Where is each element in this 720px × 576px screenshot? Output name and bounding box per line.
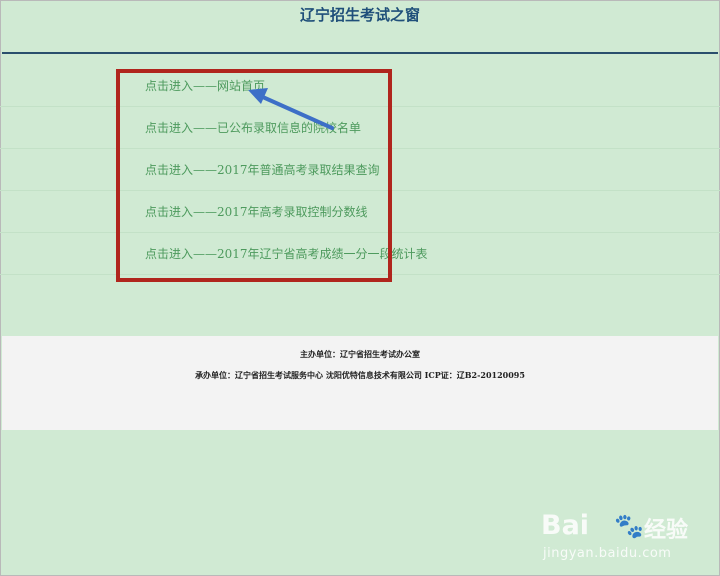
footer-operator-text: 承办单位：辽宁省招生考试服务中心 沈阳优特信息技术有限公司 ICP证：辽B2-2…	[195, 370, 525, 380]
list-item: 点击进入——2017年高考录取控制分数线	[0, 191, 720, 233]
page-title: 辽宁招生考试之窗	[299, 6, 420, 24]
baidu-jingyan-watermark: Bai 🐾 经验 jingyan.baidu.com	[541, 510, 706, 566]
list-item: 点击进入——2017年辽宁省高考成绩一分一段统计表	[0, 233, 720, 275]
list-item: 点击进入——已公布录取信息的院校名单	[0, 107, 720, 149]
list-item: 点击进入——2017年普通高考录取结果查询	[0, 149, 720, 191]
watermark-brand: Bai	[541, 510, 590, 541]
watermark-url: jingyan.baidu.com	[543, 546, 672, 561]
paw-icon: 🐾	[614, 512, 644, 540]
watermark-brand-suffix: 经验	[644, 518, 689, 543]
link-score-distribution[interactable]: 点击进入——2017年辽宁省高考成绩一分一段统计表	[145, 245, 428, 262]
list-item: 点击进入——网站首页	[0, 65, 720, 107]
footer: 主办单位：辽宁省招生考试办公室 承办单位：辽宁省招生考试服务中心 沈阳优特信息技…	[2, 336, 718, 430]
footer-host-text: 主办单位：辽宁省招生考试办公室	[300, 349, 420, 359]
link-cutoff-scores[interactable]: 点击进入——2017年高考录取控制分数线	[145, 203, 368, 220]
arrow-annotation-icon	[248, 88, 334, 130]
header-divider	[2, 52, 718, 54]
link-admission-results[interactable]: 点击进入——2017年普通高考录取结果查询	[145, 161, 380, 178]
